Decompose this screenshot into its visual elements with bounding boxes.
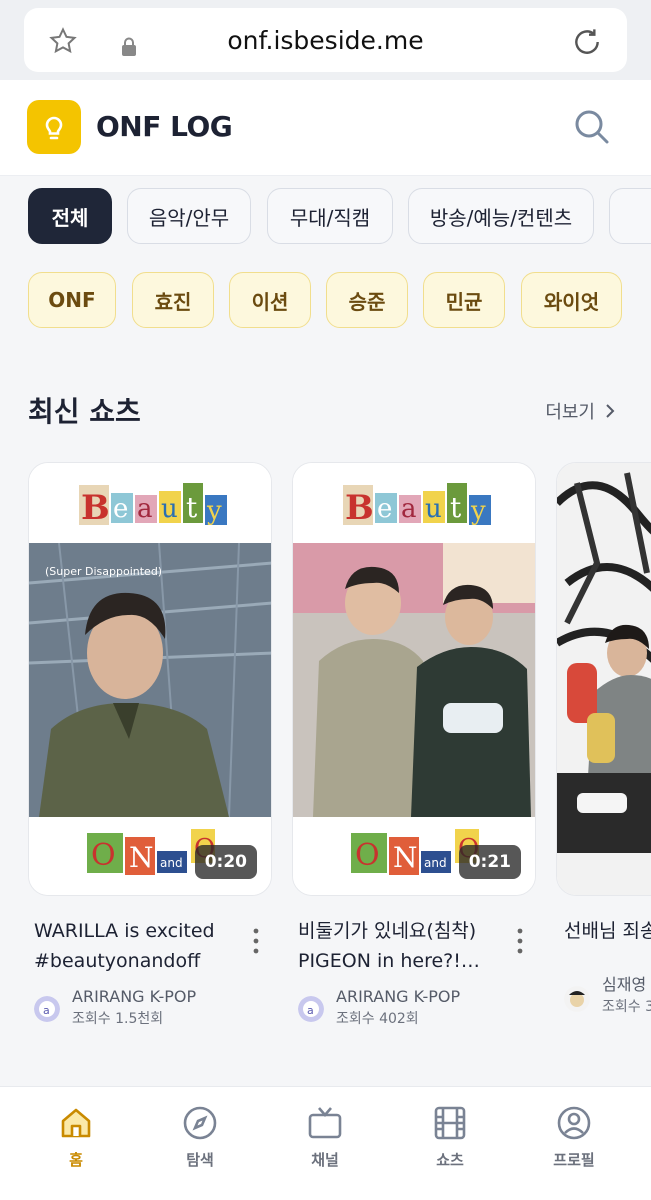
nav-label: 탐색 xyxy=(186,1151,214,1169)
more-link[interactable]: 더보기 xyxy=(545,398,615,424)
chevron-right-icon xyxy=(606,404,615,418)
nav-label: 채널 xyxy=(311,1151,339,1169)
nav-item-explore[interactable]: 탐색 xyxy=(150,1105,250,1170)
member-filter: ONF 효진 이션 승준 민균 와이엇 xyxy=(0,268,651,338)
short-title[interactable]: WARILLA is excited #beautyonandoff xyxy=(34,916,234,976)
view-count: 조회수 402회 xyxy=(336,1011,419,1027)
member-chip-onf[interactable]: ONF xyxy=(28,272,116,328)
member-chip-seungjun[interactable]: 승준 xyxy=(326,272,408,328)
svg-text:a: a xyxy=(401,494,417,524)
category-filter: 전체 음악/안무 무대/직캠 방송/예능/컨텐츠 xyxy=(0,176,651,268)
svg-text:a: a xyxy=(137,494,153,524)
short-meta: 선배님 죄송 심재영 조회수 3 xyxy=(564,916,651,1036)
svg-text:N: N xyxy=(393,841,418,874)
svg-text:y: y xyxy=(470,496,486,526)
channel-avatar[interactable] xyxy=(564,986,590,1012)
reload-icon[interactable] xyxy=(571,26,603,58)
nav-label: 프로필 xyxy=(553,1151,595,1169)
svg-text:a: a xyxy=(43,1004,50,1017)
nav-item-profile[interactable]: 프로필 xyxy=(524,1105,624,1170)
address-bar[interactable]: onf.isbeside.me xyxy=(24,8,627,72)
channel-name[interactable]: ARIRANG K-POP xyxy=(72,986,196,1008)
view-count: 조회수 3 xyxy=(602,999,651,1015)
channel-name[interactable]: 심재영 xyxy=(602,974,651,996)
compass-icon xyxy=(183,1106,217,1140)
member-chip-wyatt[interactable]: 와이엇 xyxy=(521,272,622,328)
user-icon xyxy=(557,1106,591,1140)
app-header: ONF LOG xyxy=(0,80,651,176)
svg-text:and: and xyxy=(424,856,447,870)
svg-text:B: B xyxy=(81,488,110,528)
svg-text:y: y xyxy=(206,496,222,526)
thumbnail-image xyxy=(293,543,535,817)
chip-more[interactable] xyxy=(609,188,651,244)
svg-text:O: O xyxy=(355,838,380,873)
short-card[interactable] xyxy=(556,462,651,896)
home-icon xyxy=(61,1108,91,1138)
short-card[interactable]: B e a u t y (Super Disappointed) O N and… xyxy=(28,462,272,896)
nav-label: 쇼츠 xyxy=(436,1151,464,1169)
tv-icon xyxy=(308,1107,342,1139)
nav-item-home[interactable]: 홈 xyxy=(26,1105,126,1170)
nav-item-shorts[interactable]: 쇼츠 xyxy=(400,1105,500,1170)
brand-name[interactable]: ONF LOG xyxy=(96,110,233,143)
more-vertical-icon[interactable] xyxy=(516,926,524,956)
channel-name[interactable]: ARIRANG K-POP xyxy=(336,986,460,1008)
search-icon[interactable] xyxy=(573,108,611,146)
nav-item-channel[interactable]: 채널 xyxy=(275,1105,375,1170)
short-card[interactable]: B e a u t y O N and O 0:21 xyxy=(292,462,536,896)
svg-text:B: B xyxy=(345,488,374,528)
short-title[interactable]: 선배님 죄송 xyxy=(564,916,651,976)
thumbnail-image: (Super Disappointed) xyxy=(29,542,271,818)
channel-avatar[interactable]: a xyxy=(298,996,324,1022)
svg-text:t: t xyxy=(186,491,198,524)
chip-stage-fancam[interactable]: 무대/직캠 xyxy=(267,188,393,244)
svg-text:and: and xyxy=(160,856,183,870)
thumbnail-banner: B e a u t y xyxy=(29,463,271,543)
thumbnail-banner: B e a u t y xyxy=(293,463,535,543)
logo[interactable] xyxy=(27,100,81,154)
svg-text:a: a xyxy=(307,1004,314,1017)
chip-all[interactable]: 전체 xyxy=(28,188,112,244)
browser-toolbar: onf.isbeside.me xyxy=(0,0,651,80)
more-vertical-icon[interactable] xyxy=(252,926,260,956)
member-chip-e-tion[interactable]: 이션 xyxy=(229,272,311,328)
member-chip-minkyun[interactable]: 민균 xyxy=(423,272,505,328)
url-text[interactable]: onf.isbeside.me xyxy=(24,26,627,55)
chip-music-dance[interactable]: 음악/안무 xyxy=(127,188,251,244)
svg-text:t: t xyxy=(450,491,462,524)
chip-broadcast[interactable]: 방송/예능/컨텐츠 xyxy=(408,188,594,244)
svg-text:e: e xyxy=(113,494,128,524)
member-chip-hyojin[interactable]: 효진 xyxy=(132,272,214,328)
svg-text:e: e xyxy=(377,494,392,524)
short-title[interactable]: 비둘기가 있네요(침착) PIGEON in here?!… xyxy=(298,916,498,976)
short-meta: 비둘기가 있네요(침착) PIGEON in here?!… a ARIRANG… xyxy=(298,916,542,1027)
view-count: 조회수 1.5천회 xyxy=(72,1011,164,1027)
svg-text:u: u xyxy=(161,494,178,524)
thumbnail-image xyxy=(557,463,651,895)
duration-badge: 0:20 xyxy=(194,845,257,879)
film-icon xyxy=(434,1106,466,1140)
nav-label: 홈 xyxy=(69,1151,83,1169)
short-meta: WARILLA is excited #beautyonandoff a ARI… xyxy=(34,916,278,1027)
section-title: 최신 쇼츠 xyxy=(28,395,141,428)
more-label: 더보기 xyxy=(545,402,595,423)
lightbulb-icon xyxy=(45,116,63,140)
svg-text:N: N xyxy=(129,841,154,874)
bottom-nav: 홈 탐색 채널 쇼츠 프로필 xyxy=(0,1086,651,1200)
svg-text:(Super Disappointed): (Super Disappointed) xyxy=(45,565,162,578)
channel-avatar[interactable]: a xyxy=(34,996,60,1022)
duration-badge: 0:21 xyxy=(458,845,521,879)
svg-text:O: O xyxy=(91,838,116,873)
svg-text:u: u xyxy=(425,494,442,524)
